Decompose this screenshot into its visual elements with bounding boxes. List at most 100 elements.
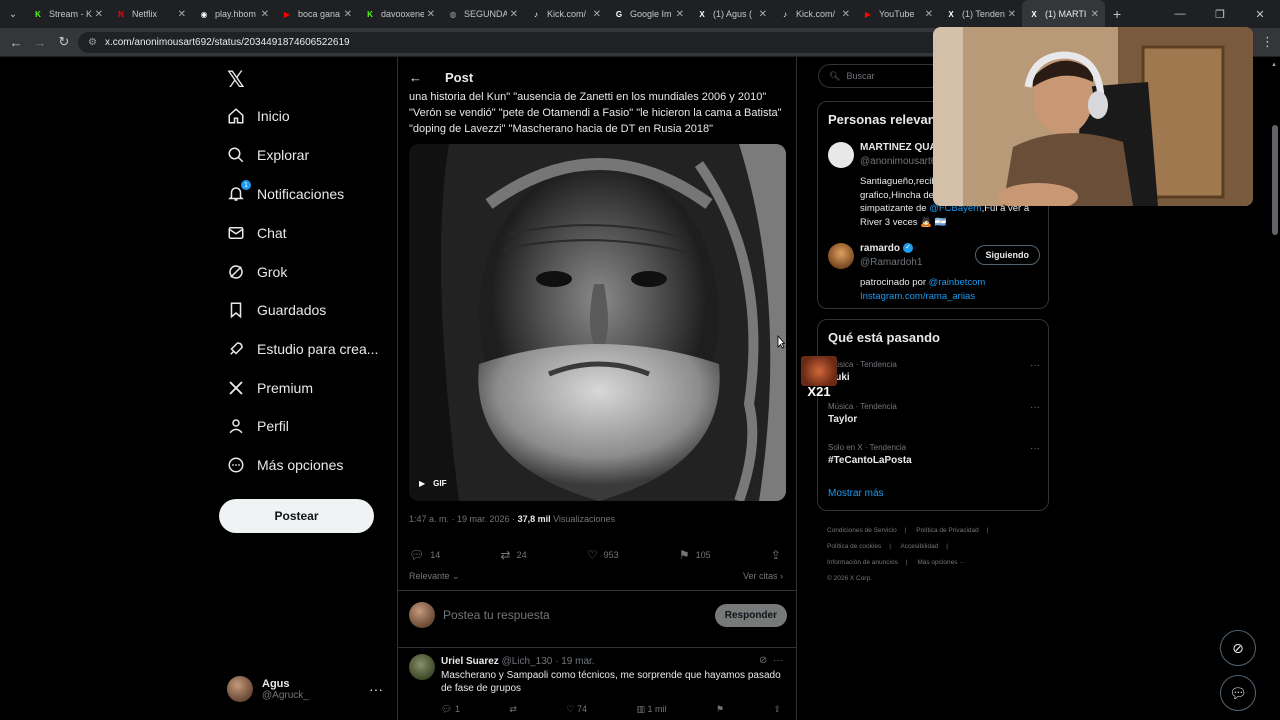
account-switcher[interactable]: Agus @Agruck_ ··· — [227, 671, 387, 707]
tab-close-icon[interactable]: ✕ — [842, 9, 850, 20]
nav-item-estudio[interactable]: Estudio para crea... — [227, 334, 378, 364]
more-dots-icon[interactable]: ··· — [773, 655, 783, 666]
following-button[interactable]: Siguiendo — [974, 245, 1040, 265]
close-window-icon[interactable]: ✕ — [1240, 0, 1280, 28]
like-action[interactable]: ♡ 953 — [587, 548, 619, 562]
nav-item-inicio[interactable]: Inicio — [227, 101, 290, 131]
reply-action[interactable]: 💬︎ 14 — [409, 548, 440, 562]
browser-tab[interactable]: ◍ SEGUNDA ✕ — [441, 0, 524, 28]
person-item[interactable]: ramardo ✓ @Ramardoh1 Siguiendo patrocinad… — [828, 243, 1040, 303]
page-scrollbar[interactable] — [1272, 125, 1278, 235]
sort-dropdown[interactable]: Relevante ⌄ — [409, 571, 460, 581]
tab-close-icon[interactable]: ✕ — [510, 9, 518, 20]
avatar[interactable] — [828, 142, 854, 168]
bio-link[interactable]: @rainbetcom — [929, 277, 986, 288]
site-info-icon[interactable]: ⚙ — [88, 37, 97, 48]
tab-favicon-icon: ♪ — [783, 9, 787, 19]
tab-close-icon[interactable]: ✕ — [925, 9, 933, 20]
more-dots-icon[interactable]: ··· — [1030, 402, 1040, 413]
tab-close-icon[interactable]: ✕ — [1091, 9, 1099, 20]
post-timestamp[interactable]: 1:47 a. m. · 19 mar. 2026 · — [409, 514, 518, 524]
views-action[interactable]: ▥ 1 mil — [636, 704, 666, 715]
post-button[interactable]: Postear — [219, 499, 374, 533]
tab-close-icon[interactable]: ✕ — [1008, 9, 1016, 20]
share-action[interactable]: ⇪ — [771, 548, 787, 562]
reply-input[interactable]: Postea tu respuesta — [443, 608, 715, 622]
browser-tab[interactable]: X (1) Tenden ✕ — [939, 0, 1022, 28]
tab-close-icon[interactable]: ✕ — [95, 9, 103, 20]
footer-link[interactable]: Información de anuncios — [827, 559, 898, 566]
person-name[interactable]: ramardo ✓ — [860, 243, 914, 254]
tab-close-icon[interactable]: ✕ — [427, 9, 435, 20]
grok-icon[interactable]: ⊘ — [1220, 630, 1256, 666]
tab-close-icon[interactable]: ✕ — [344, 9, 352, 20]
footer-link[interactable]: Política de Privacidad — [916, 527, 979, 534]
avatar[interactable] — [828, 243, 854, 269]
messages-icon[interactable]: 💬︎ — [1220, 675, 1256, 711]
browser-tab[interactable]: ♪ Kick.com/ ✕ — [773, 0, 856, 28]
person-name[interactable]: MARTINEZ QUA — [860, 142, 937, 153]
more-dots-icon[interactable]: ··· — [1030, 443, 1040, 454]
nav-item-perfil[interactable]: Perfil — [227, 411, 289, 441]
browser-tab[interactable]: K Stream - K ✕ — [26, 0, 109, 28]
nav-item-explorar[interactable]: Explorar — [227, 140, 309, 170]
footer-link[interactable]: Accesibilidad — [900, 543, 938, 550]
tab-close-icon[interactable]: ✕ — [676, 9, 684, 20]
browser-tab[interactable]: Kdavooxene ✕ — [358, 0, 441, 28]
like-action[interactable]: ♡ 74 — [566, 704, 587, 715]
nav-item-guardados[interactable]: Guardados — [227, 295, 326, 325]
bookmark-icon[interactable]: ⚑ — [716, 704, 724, 715]
nav-item-notificaciones[interactable]: 1 Notificaciones — [227, 179, 344, 209]
more-dots-icon[interactable]: ··· — [369, 681, 383, 697]
restore-icon[interactable]: ❐ — [1200, 0, 1240, 28]
nav-item-más[interactable]: Más opciones — [227, 450, 343, 480]
footer-link[interactable]: Condiciones de Servicio — [827, 527, 897, 534]
post-media-gif[interactable]: ▶ GIF — [409, 144, 786, 501]
footer-link[interactable]: Más opciones ··· — [917, 559, 965, 566]
tab-close-icon[interactable]: ✕ — [593, 9, 601, 20]
tab-close-icon[interactable]: ✕ — [759, 9, 767, 20]
browser-menu-icon[interactable]: ⋮ — [1261, 34, 1274, 50]
x-logo-icon[interactable]: 𝕏 — [227, 67, 245, 93]
grok-icon[interactable]: ⊘ — [759, 655, 767, 666]
reply-action[interactable]: 💬︎ 1 — [441, 704, 460, 715]
forward-arrow-icon[interactable]: → — [28, 35, 52, 50]
browser-tab[interactable]: ▶ YouTube ✕ — [856, 0, 939, 28]
browser-tab[interactable]: X (1) Agus (✕ — [690, 0, 773, 28]
nav-item-chat[interactable]: Chat — [227, 218, 287, 248]
share-icon[interactable]: ⇪ — [773, 704, 781, 715]
tab-favicon-icon: G — [615, 9, 623, 19]
minimize-icon[interactable]: — — [1160, 0, 1200, 28]
browser-tab[interactable]: ▶ boca gana ✕ — [275, 0, 358, 28]
browser-tab[interactable]: X (1) MARTI ✕ — [1022, 0, 1105, 28]
reply-author[interactable]: Uriel Suarez — [441, 656, 499, 667]
browser-tab[interactable]: ♪ Kick.com/ ✕ — [524, 0, 607, 28]
new-tab-icon[interactable]: + — [1113, 6, 1121, 22]
view-quotes-link[interactable]: Ver citas › — [743, 571, 783, 581]
avatar[interactable] — [409, 654, 435, 680]
more-dots-icon[interactable]: ··· — [1030, 360, 1040, 371]
bookmark-action[interactable]: ⚑ 105 — [679, 548, 711, 562]
scroll-up-arrow-icon[interactable]: ▲ — [1271, 62, 1277, 68]
show-more-link[interactable]: Mostrar más — [828, 488, 884, 499]
trend-item[interactable]: Música · Tendencia Duki ··· — [828, 360, 1040, 383]
browser-tab[interactable]: G Google Im ✕ — [607, 0, 690, 28]
back-arrow-icon[interactable]: ← — [409, 70, 422, 85]
reload-icon[interactable]: ↻ — [52, 34, 76, 50]
repost-action[interactable]: ⇄ 24 — [501, 548, 527, 562]
repost-action[interactable]: ⇄ — [509, 704, 517, 715]
play-icon[interactable]: ▶ — [419, 479, 425, 488]
nav-item-grok[interactable]: Grok — [227, 257, 287, 287]
tab-close-icon[interactable]: ✕ — [261, 9, 269, 20]
tab-close-icon[interactable]: ✕ — [178, 9, 186, 20]
reply-button[interactable]: Responder — [714, 603, 787, 627]
browser-tab[interactable]: N Netflix ✕ — [109, 0, 192, 28]
trend-item[interactable]: Música · Tendencia Taylor ··· — [828, 402, 1040, 425]
bio-link[interactable]: Instagram.com/rama_ariias — [860, 291, 975, 302]
browser-tab[interactable]: ◉ play.hbom ✕ — [192, 0, 275, 28]
back-arrow-icon[interactable]: ← — [4, 35, 28, 50]
tab-search-icon[interactable]: ⌄ — [0, 0, 26, 28]
trend-item[interactable]: Solo en X · Tendencia #TeCantoLaPosta ··… — [828, 443, 1040, 466]
footer-link[interactable]: Política de cookies — [827, 543, 881, 550]
nav-item-premium[interactable]: Premium — [227, 373, 313, 403]
